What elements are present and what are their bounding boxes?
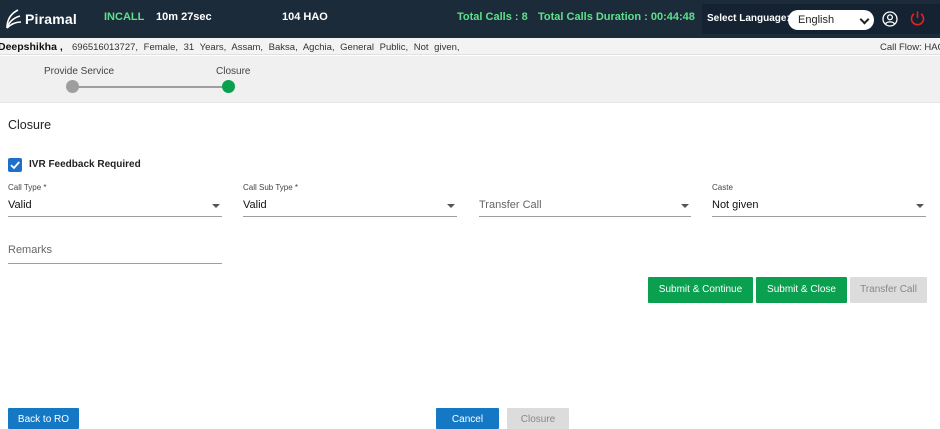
agent-id: 104 HAO bbox=[282, 11, 328, 23]
caste-value: Not given bbox=[712, 199, 759, 211]
patient-name: Deepshikha , bbox=[0, 41, 63, 53]
caste-select[interactable]: Not given bbox=[712, 194, 926, 217]
step-provide-service-dot[interactable] bbox=[66, 80, 79, 93]
total-calls: Total Calls : 8 bbox=[457, 11, 528, 23]
step-provide-service-label: Provide Service bbox=[44, 66, 115, 77]
call-sub-type-select[interactable]: Valid bbox=[243, 194, 457, 217]
call-type-value: Valid bbox=[8, 199, 32, 211]
progress-stepper: Provide Service Closure bbox=[0, 56, 940, 103]
remarks-placeholder: Remarks bbox=[8, 244, 53, 256]
submit-close-button[interactable]: Submit & Close bbox=[756, 277, 847, 303]
call-timer: 10m 27sec bbox=[156, 11, 212, 23]
chevron-down-icon bbox=[859, 14, 870, 25]
power-logout-icon[interactable] bbox=[909, 10, 926, 27]
dropdown-arrow-icon bbox=[916, 204, 924, 208]
remarks-input[interactable]: Remarks bbox=[8, 240, 222, 264]
call-type-select[interactable]: Valid bbox=[8, 194, 222, 217]
top-bar: Piramal INCALL 10m 27sec 104 HAO Total C… bbox=[0, 0, 940, 38]
total-calls-duration: Total Calls Duration : 00:44:48 bbox=[538, 11, 695, 23]
step-connector bbox=[72, 86, 228, 88]
transfer-call-select[interactable]: Transfer Call bbox=[479, 194, 691, 217]
ivr-feedback-label: IVR Feedback Required bbox=[29, 159, 141, 170]
call-sub-type-value: Valid bbox=[243, 199, 267, 211]
user-profile-icon[interactable] bbox=[882, 11, 898, 27]
logo-text: Piramal bbox=[25, 11, 77, 27]
dropdown-arrow-icon bbox=[447, 204, 455, 208]
step-closure-dot[interactable] bbox=[222, 80, 235, 93]
transfer-call-button[interactable]: Transfer Call bbox=[850, 277, 927, 303]
dropdown-arrow-icon bbox=[681, 204, 689, 208]
call-flow: Call Flow: HAO bbox=[880, 42, 940, 53]
section-title: Closure bbox=[8, 118, 52, 132]
submit-continue-button[interactable]: Submit & Continue bbox=[648, 277, 753, 303]
caste-label: Caste bbox=[712, 183, 733, 192]
cancel-button[interactable]: Cancel bbox=[436, 408, 499, 429]
language-panel: Select Language: English bbox=[702, 4, 940, 34]
transfer-call-placeholder: Transfer Call bbox=[479, 199, 542, 211]
language-label: Select Language: bbox=[707, 13, 790, 24]
piramal-logo: Piramal bbox=[4, 6, 77, 32]
language-select-value: English bbox=[798, 14, 835, 26]
language-select[interactable]: English bbox=[788, 10, 874, 30]
back-to-ro-button[interactable]: Back to RO bbox=[8, 408, 79, 429]
dropdown-arrow-icon bbox=[212, 204, 220, 208]
step-closure-label: Closure bbox=[216, 66, 251, 77]
patient-details: 696516013727, Female, 31 Years, Assam, B… bbox=[72, 42, 460, 53]
leaf-logo-icon bbox=[6, 9, 22, 29]
closure-button[interactable]: Closure bbox=[507, 408, 569, 429]
call-type-label: Call Type * bbox=[8, 183, 47, 192]
call-status: INCALL bbox=[104, 11, 145, 23]
call-sub-type-label: Call Sub Type * bbox=[243, 183, 298, 192]
patient-info-bar: Deepshikha , 696516013727, Female, 31 Ye… bbox=[0, 38, 940, 55]
ivr-feedback-checkbox[interactable] bbox=[8, 158, 22, 172]
checkmark-icon bbox=[10, 161, 20, 170]
